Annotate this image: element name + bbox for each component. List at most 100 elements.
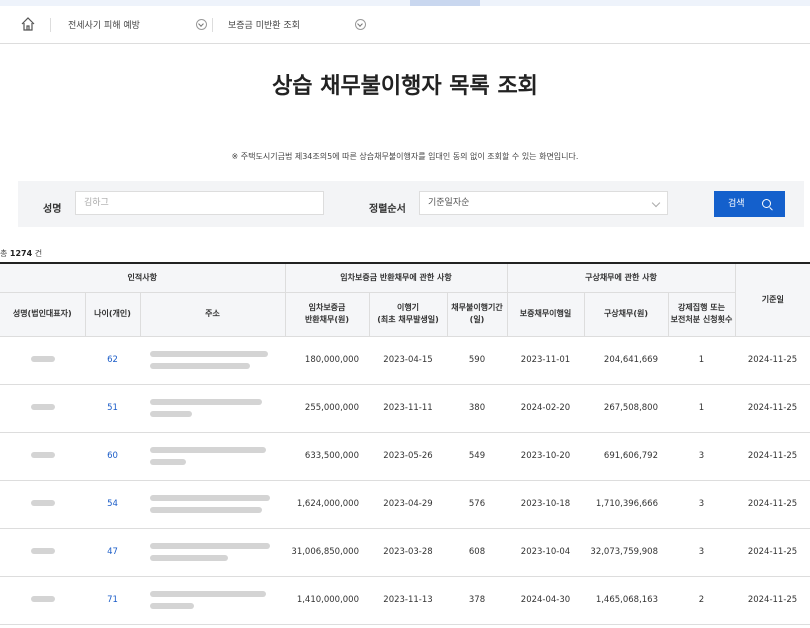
base-date-cell: 2024-11-25 — [735, 432, 810, 481]
indemnity-cell: 267,508,800 — [584, 384, 668, 433]
search-icon — [762, 199, 771, 208]
address-cell-redacted — [140, 336, 285, 385]
debtor-table: 인적사항 임차보증금 반환채무에 관한 사항 구상채무에 관한 사항 기준일 성… — [0, 262, 810, 625]
default-date-cell: 2023-11-11 — [369, 384, 447, 433]
table-row: 54 1,624,000,000 2023-04-29 576 2023-10-… — [0, 480, 810, 529]
indemnity-cell: 691,606,792 — [584, 432, 668, 481]
address-cell-redacted — [140, 480, 285, 529]
total-prefix: 총 — [0, 249, 8, 258]
chevron-down-icon[interactable] — [196, 19, 207, 30]
indemnity-cell: 1,710,396,666 — [584, 480, 668, 529]
guarantee-date-cell: 2023-11-01 — [507, 336, 584, 385]
default-days-cell: 576 — [447, 480, 507, 529]
default-date-cell: 2023-04-29 — [369, 480, 447, 529]
enforcement-count-cell: 2 — [668, 576, 736, 625]
table-row: 51 255,000,000 2023-11-11 380 2024-02-20… — [0, 384, 810, 433]
name-input[interactable]: 김하그 — [75, 191, 324, 215]
deposit-cell: 1,410,000,000 — [285, 576, 369, 625]
table-row: 71 1,410,000,000 2023-11-13 378 2024-04-… — [0, 576, 810, 625]
header-deposit-debt: 임차보증금 반환채무(원) — [285, 292, 370, 337]
total-suffix: 건 — [34, 249, 43, 258]
default-date-cell: 2023-05-26 — [369, 432, 447, 481]
header-base-date: 기준일 — [734, 263, 810, 337]
enforcement-count-cell: 3 — [668, 528, 736, 577]
default-days-cell: 549 — [447, 432, 507, 481]
sort-select[interactable]: 기준일자순 — [419, 191, 668, 215]
address-cell-redacted — [140, 384, 285, 433]
base-date-cell: 2024-11-25 — [735, 528, 810, 577]
table-row: 60 633,500,000 2023-05-26 549 2023-10-20… — [0, 432, 810, 481]
table-row: 62 180,000,000 2023-04-15 590 2023-11-01… — [0, 336, 810, 385]
name-cell-redacted — [0, 528, 85, 577]
total-number: 1274 — [9, 249, 33, 258]
indemnity-cell: 32,073,759,908 — [584, 528, 668, 577]
search-panel: 성명 김하그 정렬순서 기준일자순 검색 — [18, 181, 804, 227]
breadcrumb: 전세사기 피해 예방 보증금 미반환 조회 — [0, 6, 810, 44]
default-date-cell: 2023-11-13 — [369, 576, 447, 625]
default-days-cell: 590 — [447, 336, 507, 385]
address-cell-redacted — [140, 432, 285, 481]
base-date-cell: 2024-11-25 — [735, 576, 810, 625]
chevron-down-icon — [651, 198, 661, 208]
guarantee-date-cell: 2024-02-20 — [507, 384, 584, 433]
default-days-cell: 380 — [447, 384, 507, 433]
default-days-cell: 608 — [447, 528, 507, 577]
notice-text: ※ 주택도시기금법 제34조의5에 따른 상습채무불이행자를 임대인 동의 없이… — [231, 152, 579, 161]
sort-select-value: 기준일자순 — [428, 198, 470, 208]
indemnity-cell: 1,465,068,163 — [584, 576, 668, 625]
base-date-cell: 2024-11-25 — [735, 336, 810, 385]
page-title: 상습 채무불이행자 목록 조회 — [272, 74, 538, 99]
breadcrumb-item-prevention[interactable]: 전세사기 피해 예방 — [68, 18, 140, 31]
search-button[interactable]: 검색 — [714, 191, 785, 217]
breadcrumb-item-deposit-lookup[interactable]: 보증금 미반환 조회 — [228, 18, 300, 31]
deposit-cell: 633,500,000 — [285, 432, 369, 481]
age-cell: 60 — [85, 432, 140, 481]
sort-label: 정렬순서 — [369, 204, 406, 215]
header-age: 나이(개인) — [85, 292, 141, 337]
group-header-personal: 인적사항 — [0, 263, 286, 293]
chevron-down-icon[interactable] — [355, 19, 366, 30]
home-icon[interactable] — [20, 16, 36, 32]
enforcement-count-cell: 3 — [668, 432, 736, 481]
name-cell-redacted — [0, 384, 85, 433]
age-cell: 51 — [85, 384, 140, 433]
default-days-cell: 378 — [447, 576, 507, 625]
header-default-date: 이행기 (최초 채무발생일) — [369, 292, 448, 337]
guarantee-date-cell: 2023-10-20 — [507, 432, 584, 481]
header-default-days: 채무불이행기간 (일) — [447, 292, 508, 337]
base-date-cell: 2024-11-25 — [735, 384, 810, 433]
header-name: 성명(법인대표자) — [0, 292, 86, 337]
group-header-deposit: 임차보증금 반환채무에 관한 사항 — [285, 263, 508, 293]
name-cell-redacted — [0, 336, 85, 385]
search-button-label: 검색 — [728, 199, 745, 209]
age-cell: 71 — [85, 576, 140, 625]
header-guarantee-date: 보증채무이행일 — [507, 292, 585, 337]
deposit-cell: 255,000,000 — [285, 384, 369, 433]
age-cell: 62 — [85, 336, 140, 385]
address-cell-redacted — [140, 528, 285, 577]
deposit-cell: 180,000,000 — [285, 336, 369, 385]
guarantee-date-cell: 2024-04-30 — [507, 576, 584, 625]
enforcement-count-cell: 1 — [668, 384, 736, 433]
header-address: 주소 — [140, 292, 286, 337]
indemnity-cell: 204,641,669 — [584, 336, 668, 385]
name-cell-redacted — [0, 576, 85, 625]
group-header-indemnity: 구상채무에 관한 사항 — [507, 263, 736, 293]
deposit-cell: 1,624,000,000 — [285, 480, 369, 529]
table-row: 47 31,006,850,000 2023-03-28 608 2023-10… — [0, 528, 810, 577]
default-date-cell: 2023-04-15 — [369, 336, 447, 385]
breadcrumb-divider — [50, 18, 51, 32]
header-enforcement: 강제집행 또는 보전처분 신청횟수 — [668, 292, 736, 337]
header-indemnity-debt: 구상채무(원) — [584, 292, 669, 337]
total-count: 총 1274 건 — [0, 248, 42, 259]
breadcrumb-divider — [212, 18, 213, 32]
guarantee-date-cell: 2023-10-18 — [507, 480, 584, 529]
enforcement-count-cell: 1 — [668, 336, 736, 385]
address-cell-redacted — [140, 576, 285, 625]
age-cell: 54 — [85, 480, 140, 529]
guarantee-date-cell: 2023-10-04 — [507, 528, 584, 577]
default-date-cell: 2023-03-28 — [369, 528, 447, 577]
name-cell-redacted — [0, 480, 85, 529]
name-cell-redacted — [0, 432, 85, 481]
age-cell: 47 — [85, 528, 140, 577]
